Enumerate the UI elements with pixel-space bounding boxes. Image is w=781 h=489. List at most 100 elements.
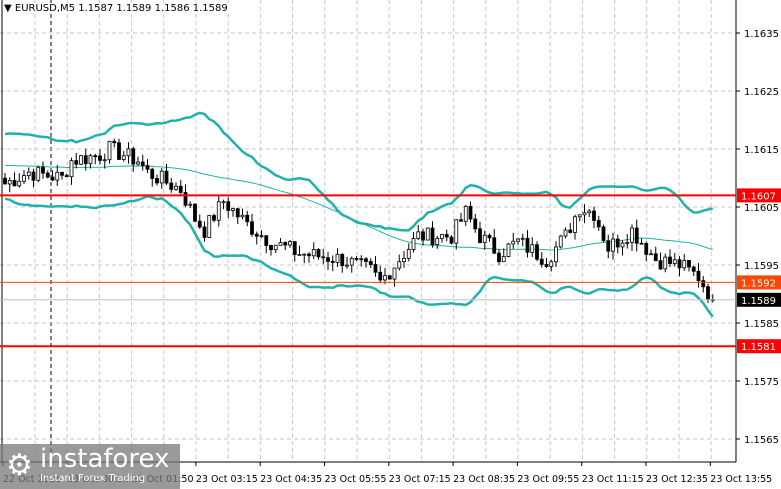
x-tick-label: 23 Oct 12:35 xyxy=(646,474,708,485)
candle xyxy=(473,213,478,233)
candle-body xyxy=(691,266,696,272)
candle-body xyxy=(155,178,159,184)
candle xyxy=(501,248,506,263)
candle xyxy=(487,233,492,242)
candle xyxy=(658,252,663,271)
candle xyxy=(155,174,159,186)
symbol-label: EURUSD,M5 xyxy=(14,3,76,14)
candle-body xyxy=(321,256,326,259)
close-value: 1.1589 xyxy=(192,3,228,14)
candle xyxy=(273,244,278,253)
candle-body xyxy=(31,171,36,181)
x-tick-label: 23 Oct 13:55 xyxy=(710,474,772,485)
candle-body xyxy=(136,161,140,165)
candle-body xyxy=(444,234,449,238)
candle-body xyxy=(121,155,126,160)
candle-body xyxy=(55,171,60,181)
candle xyxy=(416,224,421,241)
collapse-triangle-icon[interactable]: ▼ xyxy=(4,3,12,14)
candle-body xyxy=(440,234,444,239)
candle-body xyxy=(392,267,397,280)
x-tick-label: 23 Oct 03:15 xyxy=(196,474,258,485)
candle-body xyxy=(639,242,644,245)
candle-body xyxy=(83,155,88,165)
candle-body xyxy=(658,260,663,270)
candle xyxy=(197,214,202,229)
chart-window[interactable]: 1.1635 1.1625 1.1615 1.1605 1.1595 1.1585 1.15… xyxy=(0,0,781,489)
candle-body xyxy=(511,240,516,245)
candle-body xyxy=(478,228,482,243)
candle-body xyxy=(387,275,392,280)
candle xyxy=(193,203,197,223)
candle-body xyxy=(649,253,653,256)
candle xyxy=(625,233,630,249)
logo-tagline: Instant Forex Trading xyxy=(40,473,146,484)
candle xyxy=(563,227,568,239)
candle xyxy=(64,173,69,178)
candle-body xyxy=(117,142,121,160)
current-price-label: 1.1589 xyxy=(741,296,776,307)
candle xyxy=(316,248,321,260)
candle-body xyxy=(411,238,416,250)
candle-body xyxy=(554,246,558,263)
candle-body xyxy=(573,216,577,233)
candle xyxy=(435,235,440,249)
gear-icon: ⚙ xyxy=(6,448,33,483)
x-tick-label: 23 Oct 07:15 xyxy=(389,474,451,485)
candle xyxy=(202,221,207,242)
candle-body xyxy=(316,249,321,258)
candle-body xyxy=(682,260,687,269)
candle-body xyxy=(592,210,596,221)
candle-body xyxy=(558,235,563,248)
candle xyxy=(245,210,250,227)
candle-body xyxy=(74,160,79,165)
candle-body xyxy=(520,237,525,240)
candle-body xyxy=(245,214,250,223)
candle xyxy=(278,238,283,246)
price-chart[interactable]: 1.1635 1.1625 1.1615 1.1605 1.1595 1.1585 1.15… xyxy=(0,0,781,489)
candle xyxy=(630,224,634,252)
candle-body xyxy=(544,263,549,267)
candle-body xyxy=(278,242,283,246)
candle xyxy=(60,171,64,180)
candle xyxy=(449,235,454,245)
candle-body xyxy=(264,235,269,246)
candle xyxy=(592,206,596,229)
candle xyxy=(511,232,516,249)
high-value: 1.1589 xyxy=(116,3,152,14)
candle xyxy=(677,256,682,277)
candle-body xyxy=(150,168,155,179)
candle xyxy=(326,251,330,271)
x-tick-label: 23 Oct 04:35 xyxy=(260,474,322,485)
candle-body xyxy=(696,270,701,282)
candle xyxy=(93,153,98,165)
candle xyxy=(240,208,245,220)
candle-body xyxy=(615,238,620,248)
candle xyxy=(7,177,12,193)
candle-body xyxy=(212,215,216,221)
candle-body xyxy=(653,253,658,262)
candle-body xyxy=(12,180,17,187)
candle-body xyxy=(88,155,93,165)
candle xyxy=(649,249,653,256)
candle xyxy=(174,182,178,191)
candle xyxy=(535,241,539,262)
candle-body xyxy=(706,286,710,300)
candle xyxy=(696,263,701,288)
candle-body xyxy=(221,201,226,204)
candle-body xyxy=(535,244,539,260)
candle xyxy=(178,179,183,197)
candle xyxy=(691,265,696,276)
candle-body xyxy=(373,264,378,273)
chart-title: ▼ EURUSD,M5 1.1587 1.1589 1.1586 1.1589 xyxy=(4,3,230,14)
candle xyxy=(668,249,672,267)
candle xyxy=(506,243,511,258)
candle-body xyxy=(60,171,64,176)
candle xyxy=(653,246,658,262)
candle-body xyxy=(459,219,463,222)
candle-body xyxy=(64,174,69,178)
candle xyxy=(126,142,131,164)
candle-body xyxy=(98,155,102,161)
candle-body xyxy=(463,205,468,222)
candle-body xyxy=(406,249,411,259)
